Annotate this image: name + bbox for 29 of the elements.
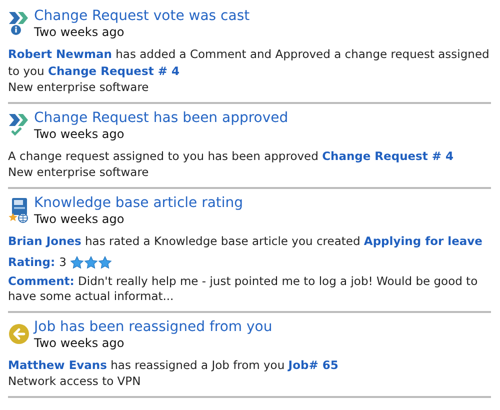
notification-message: A change request assigned to you has been approved Change Request # 4 xyxy=(8,148,455,165)
change-request-check-icon xyxy=(8,112,30,138)
rating-value: 3 xyxy=(59,254,66,271)
notification-message: Brian Jones has rated a Knowledge base article you created Applying for leave xyxy=(8,233,484,250)
notification-link[interactable]: Applying for leave xyxy=(364,234,482,248)
notification-title[interactable]: Knowledge base article rating xyxy=(34,195,244,212)
change-request-info-icon xyxy=(8,10,30,36)
notification-link[interactable]: Change Request # 4 xyxy=(322,149,454,163)
rating-label: Rating: xyxy=(8,254,56,271)
comment-text: Comment: Didn't really help me - just pointed me to log a job! Would be good to have some actual informat... xyxy=(8,274,479,304)
notification-time: Two weeks ago xyxy=(34,25,124,40)
notification-subject: Network access to VPN xyxy=(8,374,142,389)
notification-message: Robert Newman has added a Comment and Approved a change request assigned to you Change Request # 4 xyxy=(8,46,490,80)
notification-link[interactable]: Change Request # 4 xyxy=(48,64,180,78)
notification-title[interactable]: Change Request has been approved xyxy=(34,110,288,127)
notification-time: Two weeks ago xyxy=(34,127,124,142)
notification-subject: New enterprise software xyxy=(8,165,150,180)
notification-time: Two weeks ago xyxy=(34,212,124,227)
notification-link[interactable]: Job# 65 xyxy=(288,358,338,372)
notification-time: Two weeks ago xyxy=(34,336,124,351)
notification-link[interactable]: Robert Newman xyxy=(8,47,112,61)
notification-message: Matthew Evans has reassigned a Job from you Job# 65 xyxy=(8,357,340,374)
notification-subject: New enterprise software xyxy=(8,80,150,95)
notification-title[interactable]: Job has been reassigned from you xyxy=(34,319,272,336)
notification-link[interactable]: Matthew Evans xyxy=(8,358,107,372)
back-arrow-circle-icon xyxy=(8,321,30,347)
notification-title[interactable]: Change Request vote was cast xyxy=(34,8,250,25)
notification-link[interactable]: Brian Jones xyxy=(8,234,82,248)
article-star-globe-icon xyxy=(8,197,30,223)
